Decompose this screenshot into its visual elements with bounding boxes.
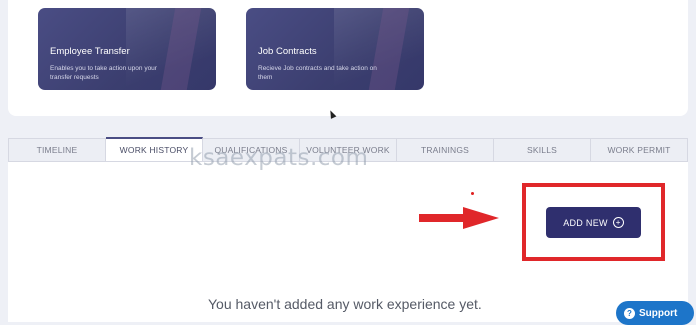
- tab-trainings[interactable]: TRAININGS: [397, 139, 494, 161]
- tab-timeline[interactable]: TIMELINE: [9, 139, 106, 161]
- job-contracts-card[interactable]: Job Contracts Recieve Job contracts and …: [246, 8, 424, 90]
- support-button[interactable]: ? Support: [616, 301, 694, 325]
- annotation-dot: [471, 192, 474, 195]
- tab-work-permit[interactable]: WORK PERMIT: [591, 139, 687, 161]
- help-icon: ?: [624, 307, 635, 319]
- card-description: Enables you to take action upon your tra…: [50, 65, 157, 81]
- watermark: ksaexpats.com: [189, 145, 369, 171]
- card-title: Employee Transfer: [50, 46, 130, 57]
- empty-state-message: You haven't added any work experience ye…: [208, 296, 482, 312]
- add-new-button[interactable]: ADD NEW +: [546, 207, 641, 238]
- card-title: Job Contracts: [258, 46, 317, 57]
- plus-circle-icon: +: [612, 217, 624, 228]
- add-new-label: ADD NEW: [563, 217, 608, 228]
- support-label: Support: [639, 307, 678, 319]
- employee-transfer-card[interactable]: Employee Transfer Enables you to take ac…: [38, 8, 216, 90]
- tab-skills[interactable]: SKILLS: [494, 139, 591, 161]
- card-description: Recieve Job contracts and take action on…: [258, 65, 377, 81]
- annotation-arrow-icon: [419, 207, 499, 229]
